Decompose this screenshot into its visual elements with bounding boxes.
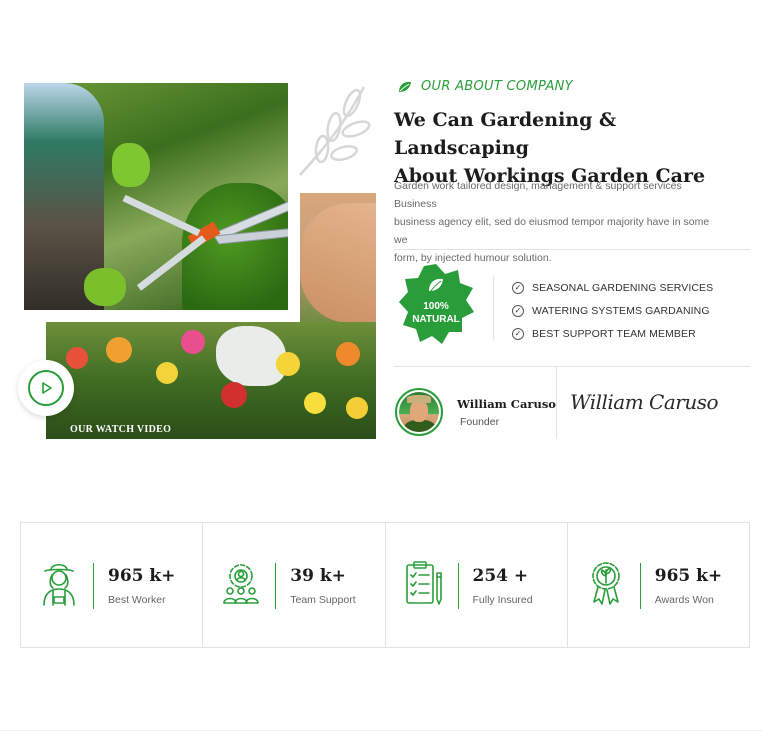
divider xyxy=(0,730,762,731)
play-video-button[interactable] xyxy=(18,360,74,416)
check-circle-icon: ✓ xyxy=(512,304,524,317)
stat-label: Fully Insured xyxy=(472,594,533,606)
team-gear-icon xyxy=(223,564,260,604)
stat-value: 254 + xyxy=(472,566,529,586)
avatar xyxy=(395,388,443,436)
stat-value: 39 k+ xyxy=(290,566,346,586)
check-circle-icon: ✓ xyxy=(512,327,524,340)
stat-team-support: 39 k+ Team Support xyxy=(203,523,386,647)
watch-video-label[interactable]: OUR WATCH VIDEO xyxy=(70,424,171,435)
stat-label: Best Worker xyxy=(108,594,166,606)
stat-awards-won: 965 k+ Awards Won xyxy=(568,523,749,647)
award-ribbon-icon xyxy=(591,562,620,605)
stat-fully-insured: 254 + Fully Insured xyxy=(386,523,568,647)
branch-decoration-icon xyxy=(299,86,371,176)
gardener-icon xyxy=(43,563,75,606)
stat-value: 965 k+ xyxy=(108,566,176,586)
divider xyxy=(556,367,557,439)
section-subtitle: OUR ABOUT COMPANY xyxy=(397,79,573,94)
subtitle-text: OUR ABOUT COMPANY xyxy=(421,79,573,94)
feature-list: ✓ SEASONAL GARDENING SERVICES ✓ WATERING… xyxy=(512,276,713,345)
about-description: Garden work tailored design, management … xyxy=(394,180,710,264)
divider xyxy=(394,366,750,367)
flower-bed-photo xyxy=(46,322,376,439)
badge-label: 100% NATURAL xyxy=(412,301,460,325)
shears-graphic xyxy=(122,194,288,291)
list-item: ✓ BEST SUPPORT TEAM MEMBER xyxy=(512,322,713,345)
stat-best-worker: 965 k+ Best Worker xyxy=(21,523,204,647)
check-circle-icon: ✓ xyxy=(512,281,524,294)
play-icon xyxy=(42,382,52,394)
stat-label: Awards Won xyxy=(654,594,714,606)
divider xyxy=(493,276,494,340)
founder-role: Founder xyxy=(460,416,500,428)
founder-name: William Caruso xyxy=(457,397,556,411)
signature: William Caruso xyxy=(570,390,719,414)
stat-label: Team Support xyxy=(290,594,356,606)
list-item: ✓ SEASONAL GARDENING SERVICES xyxy=(512,276,713,299)
clipboard-icon xyxy=(405,561,442,605)
hedge-trimming-photo xyxy=(20,79,292,314)
leaf-icon xyxy=(399,81,411,92)
divider xyxy=(394,249,750,250)
list-item: ✓ WATERING SYSTEMS GARDANING xyxy=(512,299,713,322)
stats-bar: 965 k+ Best Worker 39 k+ Team Support 25… xyxy=(20,522,750,648)
stat-value: 965 k+ xyxy=(654,566,723,586)
